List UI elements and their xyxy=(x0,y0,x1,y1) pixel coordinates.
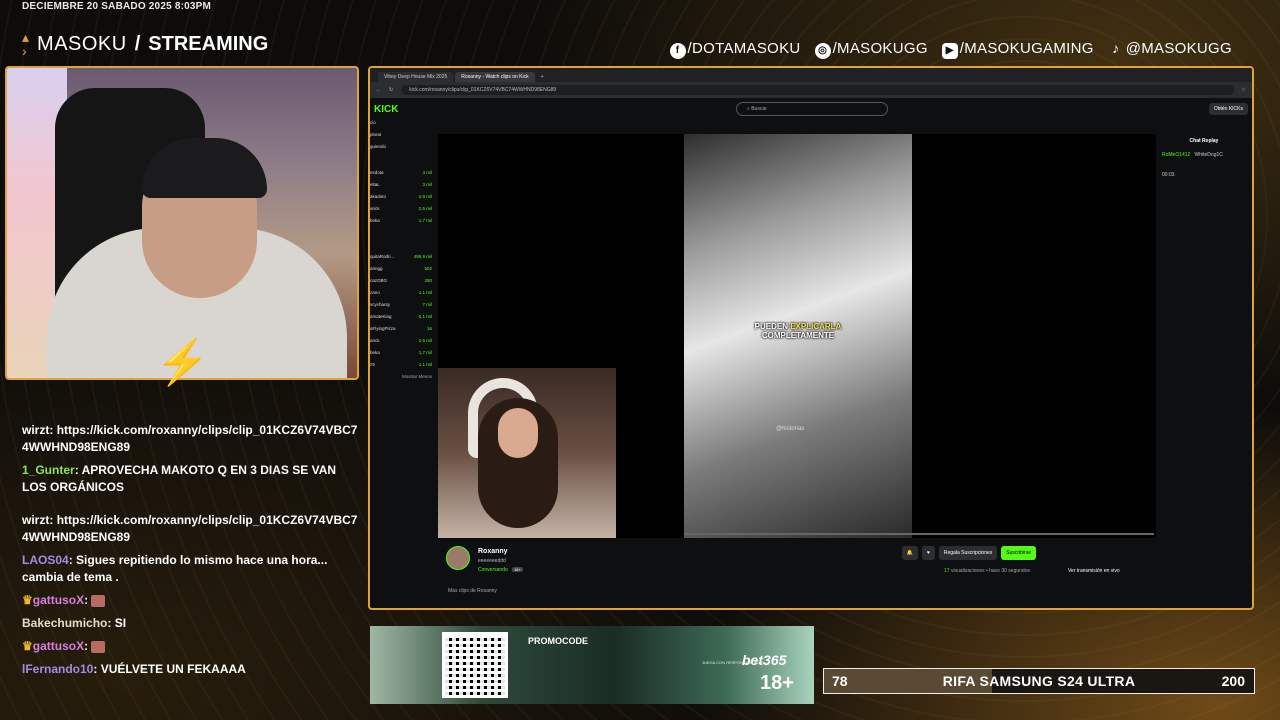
sidebar-channel[interactable]: cazOBG 280 xyxy=(370,278,434,290)
stream-overlay: DECIEMBRE 20 SABADO 2025 8:03PM ▴ › MASOK… xyxy=(0,0,1280,720)
video-watermark: @historias xyxy=(776,426,805,432)
sponsor-logo: bet365 xyxy=(742,652,787,668)
browser-tab-active[interactable]: Roxanny - Watch clips on Kick xyxy=(455,72,535,82)
kick-logo[interactable]: KICK xyxy=(374,104,398,115)
sidebar-channel[interactable]: akadoto 2,8 mil xyxy=(370,194,434,206)
browser-tab[interactable]: Vibey Deep House Mix 2025 xyxy=(378,72,454,82)
sidebar-channel[interactable]: zano 1,1 mil xyxy=(370,290,434,302)
facebook-icon: f xyxy=(669,43,686,59)
emote-icon xyxy=(91,594,106,607)
bookmark-icon[interactable]: ☆ xyxy=(1242,87,1246,93)
chat-replay-time: 00:03 xyxy=(1162,172,1175,178)
raffle-title: RIFA SAMSUNG S24 ULTRA xyxy=(942,673,1136,689)
emote-icon xyxy=(91,640,106,653)
sidebar-channel[interactable]: arick 2,5 mil xyxy=(370,338,434,350)
social-tiktok: ♪ @MASOKUGG xyxy=(1108,40,1232,59)
chat-message: ♛gattusoX: xyxy=(22,592,358,609)
sidebar-channel[interactable]: scychanty 7 mil xyxy=(370,302,434,314)
sidebar-channel[interactable]: quitaRodri... 489,9 mil xyxy=(370,254,434,266)
social-instagram: ◎/MASOKUGG xyxy=(814,40,928,59)
back-icon[interactable]: ← xyxy=(376,87,381,93)
avatar[interactable] xyxy=(446,546,470,570)
kick-sidebar: cio plorar guiendo esdota 4 mil eltaL 3 mi… xyxy=(370,120,434,510)
chat-message: wirzt: https://kick.com/roxanny/clips/cl… xyxy=(22,513,358,544)
follow-button[interactable]: ♥ xyxy=(921,546,935,560)
address-bar: ← ↻ kick.com/roxanny/clips/clip_01KCZ6V7… xyxy=(370,82,1252,98)
sidebar-nav-item[interactable]: guiendo xyxy=(370,144,434,156)
sidebar-channel[interactable]: z9 1,1 mil xyxy=(370,362,434,374)
brand-arrows-icon: ▴ › xyxy=(22,29,30,59)
tiktok-icon: ♪ xyxy=(1112,40,1120,56)
clip-video-frame: PUEDEN EXPLICARLA COMPLETAMENTE @histori… xyxy=(684,134,912,538)
get-kicks-button[interactable]: Obtén KICKs xyxy=(1208,103,1248,115)
video-caption: PUEDEN EXPLICARLA COMPLETAMENTE xyxy=(754,322,842,340)
instagram-icon: ◎ xyxy=(814,43,831,59)
sidebar-channel[interactable]: amateKing 5,1 mil xyxy=(370,314,434,326)
chat-message: lFernando10: VUÉLVETE UN FEKAAAA xyxy=(22,662,246,676)
show-less-link[interactable]: Mostrar Menos xyxy=(370,374,434,386)
channel-name[interactable]: Roxanny xyxy=(478,548,508,555)
url-field[interactable]: kick.com/roxanny/clips/clip_01KCZ6V74VBC… xyxy=(401,85,1234,95)
subscribe-button[interactable]: Suscribirse xyxy=(1001,546,1036,560)
chat-panel: wirzt: https://kick.com/roxanny/clips/cl… xyxy=(22,422,358,684)
brand-tag: STREAMING xyxy=(148,32,269,55)
chat-message: 1_Gunter: APROVECHA MAKOTO Q EN 3 DIAS S… xyxy=(22,463,337,494)
sidebar-channel[interactable]: aFlyingPizza 16 xyxy=(370,326,434,338)
sidebar-channel[interactable]: esdota 4 mil xyxy=(370,170,434,182)
more-clips-heading: Más clips de Roxanny xyxy=(448,588,497,594)
notify-button[interactable]: 🔔 xyxy=(901,546,918,560)
sidebar-channel[interactable]: eltaL 3 mil xyxy=(370,182,434,194)
new-tab-icon[interactable]: + xyxy=(537,72,548,82)
age-restriction: 18+ xyxy=(760,672,794,694)
sidebar-nav-item[interactable]: cio xyxy=(370,120,434,132)
clip-player[interactable]: PUEDEN EXPLICARLA COMPLETAMENTE @histori… xyxy=(438,134,1156,538)
chat-replay-panel: Chat Replay RoMeO1412 WhiteDog1C 00:03 xyxy=(1156,134,1252,534)
brand-name: MASOKU xyxy=(37,32,127,55)
chat-message: LAOS04: Sigues repitiendo lo mismo hace … xyxy=(22,553,328,584)
datetime-label: DECIEMBRE 20 SABADO 2025 8:03PM xyxy=(22,1,212,12)
browser-tab-bar: Vibey Deep House Mix 2025 Roxanny - Watc… xyxy=(370,68,1252,82)
qr-code xyxy=(442,632,508,698)
chat-message: ♛gattusoX: xyxy=(22,638,358,655)
clip-meta: 17 visualizaciones • hace 30 segundos xyxy=(944,568,1030,574)
stream-title: eeeeeeeddd xyxy=(478,558,506,564)
brand-logo-icon: ⚡ xyxy=(155,338,210,387)
social-facebook: f/DOTAMASOKU xyxy=(669,40,801,59)
chat-replay-title: Chat Replay xyxy=(1189,138,1219,144)
brand-separator: / xyxy=(134,32,141,55)
chat-replay-users: RoMeO1412 WhiteDog1C xyxy=(1162,152,1223,158)
chat-message: Bakechumicho: SI xyxy=(22,616,127,630)
brand-header: ▴ › MASOKU / STREAMING xyxy=(22,30,268,58)
browser-capture: Vibey Deep House Mix 2025 Roxanny - Watc… xyxy=(368,66,1254,610)
kick-header: KICK ⌕ Buscar Obtén KICKs xyxy=(370,98,1252,120)
promocode-label: PROMOCODE xyxy=(528,636,589,646)
social-youtube: ▶/MASOKUGAMING xyxy=(941,40,1094,59)
sidebar-channel[interactable]: beka 1,7 mil xyxy=(370,218,434,230)
streamer-facecam xyxy=(438,368,616,538)
raffle-goal-bar: 78 RIFA SAMSUNG S24 ULTRA 200 xyxy=(823,668,1255,694)
sidebar-channel[interactable]: beka 1,7 mil xyxy=(370,350,434,362)
chat-message: wirzt: https://kick.com/roxanny/clips/cl… xyxy=(22,423,358,454)
gift-subs-button[interactable]: Regala Suscripciones xyxy=(938,546,998,560)
age-badge: 18+ xyxy=(512,567,523,572)
reload-icon[interactable]: ↻ xyxy=(389,87,393,93)
cap xyxy=(142,138,267,198)
webcam-feed xyxy=(5,66,359,380)
search-input[interactable]: ⌕ Buscar xyxy=(736,102,888,116)
raffle-goal: 200 xyxy=(1221,673,1245,689)
sidebar-channel[interactable]: arick 2,5 mil xyxy=(370,206,434,218)
sidebar-nav-item[interactable]: plorar xyxy=(370,132,434,144)
sidebar-channel[interactable]: aringg 502 xyxy=(370,266,434,278)
crown-icon: ♛ xyxy=(22,639,33,653)
channel-actions: 🔔 ♥ Regala Suscripciones Suscribirse xyxy=(901,546,1036,560)
video-progress-bar[interactable] xyxy=(684,533,1154,535)
clip-info: Roxanny eeeeeeeddd Conversando 18+ 🔔 ♥ R… xyxy=(446,546,1166,586)
youtube-icon: ▶ xyxy=(941,43,958,59)
watch-live-link[interactable]: Ver transmisión en vivo xyxy=(1068,568,1120,574)
promo-banner: PROMOCODE JUEGA CON RESPONSABILIDAD bet3… xyxy=(370,626,814,704)
crown-icon: ♛ xyxy=(22,593,33,607)
stream-category[interactable]: Conversando xyxy=(478,567,508,573)
social-links: f/DOTAMASOKU ◎/MASOKUGG ▶/MASOKUGAMING ♪… xyxy=(669,40,1232,59)
